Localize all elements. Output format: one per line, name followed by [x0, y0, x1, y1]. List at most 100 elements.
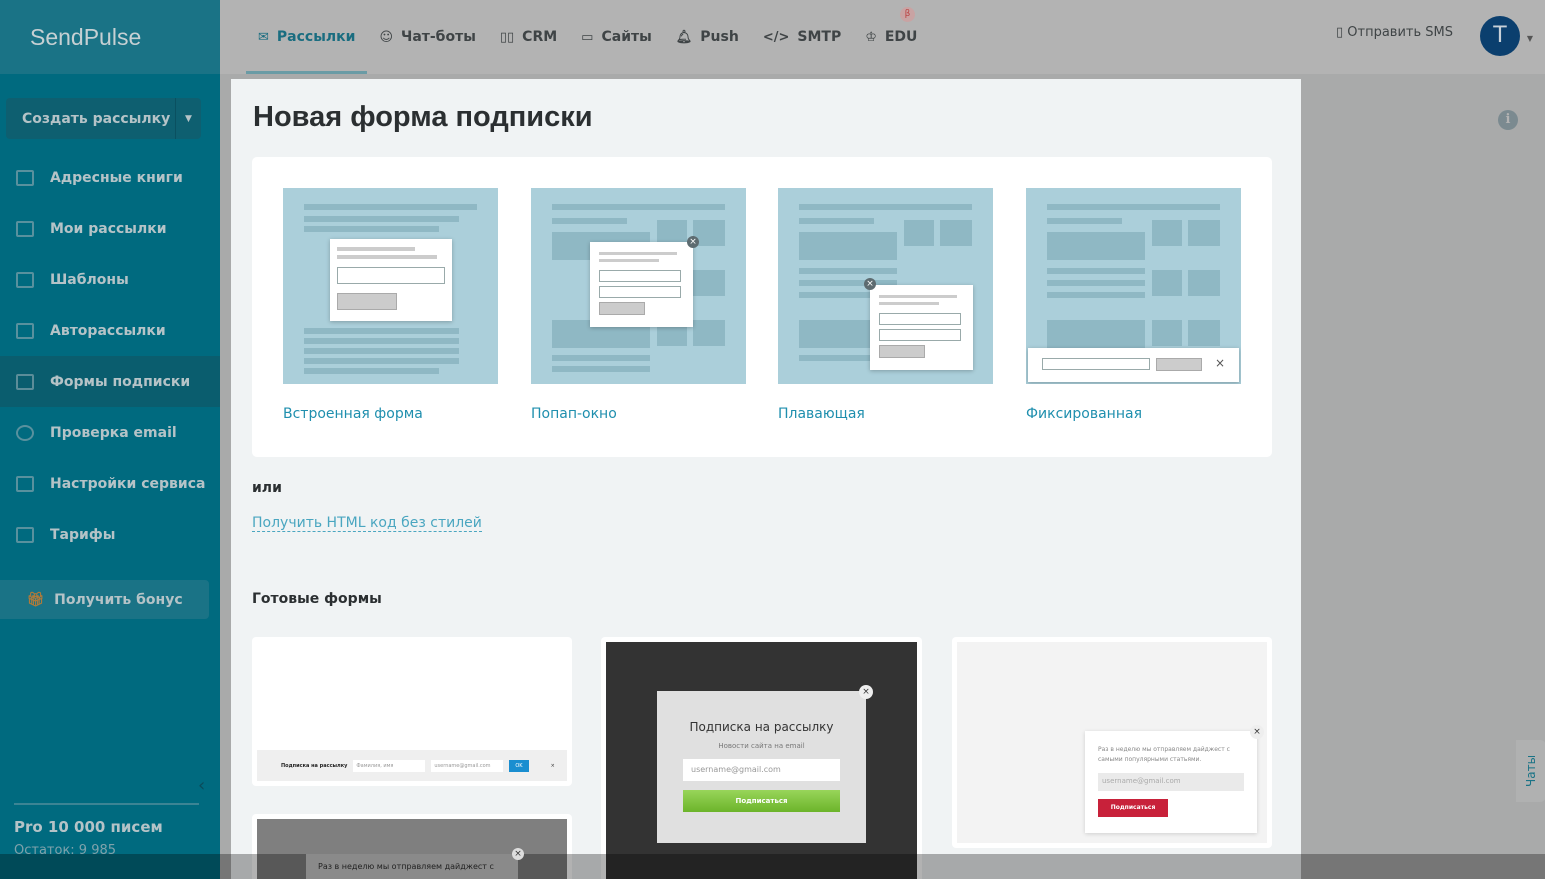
sidebar-item-label: Шаблоны [50, 271, 129, 288]
chevron-down-icon[interactable]: ▼ [1527, 34, 1533, 43]
subscribe-button: Подписаться [1098, 799, 1168, 817]
popup-thumbnail: × [531, 188, 746, 384]
tab-sites[interactable]: ▭ Сайты [569, 0, 664, 74]
sidebar-item-label: Настройки сервиса [50, 475, 206, 492]
ready-form-3[interactable]: Раз в неделю мы отправляем дайджест с са… [952, 637, 1272, 848]
ready-form-1[interactable]: Подписка на рассылку Фамилия, имя userna… [252, 637, 572, 786]
tab-mailings[interactable]: ✉ Рассылки [246, 0, 368, 74]
beta-badge: β [900, 7, 915, 22]
sidebar-item-label: Тарифы [50, 526, 116, 543]
info-icon[interactable]: i [1498, 110, 1518, 130]
sidebar-nav: Адресные книги Мои рассылки Шаблоны Авто… [0, 152, 220, 560]
chats-tab[interactable]: Чаты [1516, 740, 1545, 802]
tab-label: CRM [522, 29, 558, 45]
forms-icon [16, 373, 34, 390]
form-types-panel: Встроенная форма × Попап-окно × Плавающа… [252, 157, 1272, 457]
sidebar-item-forms[interactable]: Формы подписки [0, 356, 220, 407]
close-icon: × [859, 685, 873, 699]
crm-icon: ▯▯ [499, 29, 515, 45]
floating-thumbnail: × [778, 188, 993, 384]
get-bonus-button[interactable]: 🎁︎ Получить бонус [0, 580, 209, 619]
pricing-icon [16, 526, 34, 543]
code-icon: </> [762, 29, 790, 45]
form-type-floating[interactable]: × Плавающая [778, 188, 993, 422]
sidebar-item-pricing[interactable]: Тарифы [0, 509, 220, 560]
sidebar-item-label: Мои рассылки [50, 220, 167, 237]
email-input: username@gmail.com [431, 759, 504, 772]
sidebar: SendPulse Создать рассылку ▼ Адресные кн… [0, 0, 220, 879]
tab-label: Рассылки [276, 29, 356, 45]
tab-smtp[interactable]: </> SMTP [751, 0, 853, 74]
ready-form-2[interactable]: Подписка на рассылку Новости сайта на em… [601, 637, 922, 879]
send-sms-label: Отправить SMS [1347, 25, 1453, 40]
chat-icon: ☺ [379, 29, 393, 45]
bonus-label: Получить бонус [54, 591, 183, 608]
sidebar-item-label: Проверка email [50, 424, 177, 441]
sidebar-item-my-campaigns[interactable]: Мои рассылки [0, 203, 220, 254]
create-campaign-button[interactable]: Создать рассылку ▼ [6, 98, 201, 139]
plan-name: Pro 10 000 писем [14, 818, 163, 836]
form-subtitle: Новости сайта на email [718, 742, 805, 750]
form-type-label[interactable]: Встроенная форма [283, 406, 498, 422]
phone-icon: ▯ [1335, 25, 1348, 40]
top-nav: ✉ Рассылки ☺ Чат-боты ▯▯ CRM ▭ Сайты 🔔︎ Push … [220, 0, 1545, 74]
chevron-down-icon[interactable]: ▼ [175, 98, 201, 139]
form-text: Раз в неделю мы отправляем дайджест с са… [1098, 746, 1230, 763]
form-type-label[interactable]: Плавающая [778, 406, 993, 422]
embedded-form-thumbnail [283, 188, 498, 384]
get-html-link[interactable]: Получить HTML код без стилей [252, 515, 482, 532]
name-input: Фамилия, имя [353, 759, 426, 772]
new-form-modal: Новая форма подписки Встроенная форма × … [231, 79, 1301, 879]
collapse-sidebar-icon[interactable]: ‹ [198, 775, 205, 796]
tab-label: Сайты [601, 29, 652, 45]
address-book-icon [16, 169, 34, 186]
form-type-label[interactable]: Фиксированная [1026, 406, 1241, 422]
close-icon: × [1215, 356, 1226, 370]
form-title: Подписка на рассылку [689, 720, 834, 734]
close-icon: × [512, 848, 524, 860]
form-type-embedded[interactable]: Встроенная форма [283, 188, 498, 422]
sidebar-item-automation[interactable]: Авторассылки [0, 305, 220, 356]
tab-label: SMTP [797, 29, 842, 45]
tab-label: EDU [884, 29, 918, 45]
bell-icon: 🔔︎ [675, 29, 693, 45]
automation-icon [16, 322, 34, 339]
close-icon: × [687, 236, 699, 248]
form-text: Раз в неделю мы отправляем дайджест с [306, 854, 518, 879]
settings-icon [16, 475, 34, 492]
avatar[interactable]: T [1480, 16, 1520, 56]
tab-push[interactable]: 🔔︎ Push [664, 0, 751, 74]
templates-icon [16, 271, 34, 288]
close-icon: × [864, 278, 876, 290]
send-sms-button[interactable]: ▯ Отправить SMS [1336, 25, 1453, 40]
close-icon: × [1250, 725, 1264, 739]
form-type-popup[interactable]: × Попап-окно [531, 188, 746, 422]
form-type-fixed[interactable]: × Фиксированная [1026, 188, 1241, 422]
sidebar-item-address-books[interactable]: Адресные книги [0, 152, 220, 203]
email-input: username@gmail.com [1098, 773, 1244, 791]
sidebar-item-templates[interactable]: Шаблоны [0, 254, 220, 305]
gift-icon: 🎁︎ [26, 591, 45, 608]
tab-label: Чат-боты [401, 29, 476, 45]
ok-button: OK [509, 759, 529, 772]
ready-forms-heading: Готовые формы [252, 591, 382, 607]
check-icon [16, 424, 34, 441]
sidebar-item-settings[interactable]: Настройки сервиса [0, 458, 220, 509]
sidebar-item-label: Адресные книги [50, 169, 183, 186]
sidebar-item-email-check[interactable]: Проверка email [0, 407, 220, 458]
tab-chatbots[interactable]: ☺ Чат-боты [367, 0, 487, 74]
email-input: username@gmail.com [683, 759, 840, 781]
overlay [0, 854, 1545, 879]
tab-label: Push [700, 29, 739, 45]
sidebar-item-label: Формы подписки [50, 373, 191, 390]
logo[interactable]: SendPulse [0, 0, 220, 74]
mail-icon: ✉ [258, 29, 269, 45]
form-title: Подписка на рассылку [281, 762, 348, 769]
tab-crm[interactable]: ▯▯ CRM [488, 0, 569, 74]
page-title: Новая форма подписки [253, 101, 593, 133]
or-label: или [252, 480, 282, 496]
close-icon: × [550, 762, 555, 769]
sites-icon: ▭ [581, 29, 594, 45]
form-type-label[interactable]: Попап-окно [531, 406, 746, 422]
tab-edu[interactable]: ♔ EDU [853, 0, 929, 74]
